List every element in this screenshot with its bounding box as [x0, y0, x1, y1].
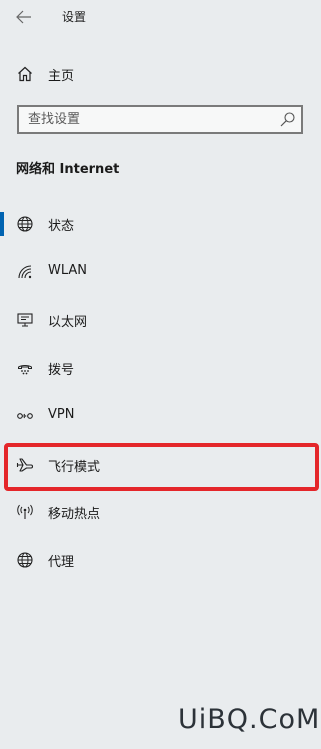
- search-box: [17, 105, 303, 134]
- nav-item-mobile-hotspot[interactable]: 移动热点: [0, 494, 321, 530]
- globe-icon: [16, 551, 34, 569]
- nav-item-vpn[interactable]: VPN: [0, 398, 321, 434]
- nav-item-label: 移动热点: [48, 507, 101, 522]
- wifi-icon: [16, 263, 34, 281]
- nav-item-label: 代理: [48, 555, 75, 570]
- back-arrow-icon: [16, 10, 31, 24]
- window-title: 设置: [62, 10, 87, 24]
- home-label: 主页: [48, 69, 75, 84]
- highlight-box: [4, 443, 319, 491]
- search-input[interactable]: [19, 107, 269, 132]
- nav-item-proxy[interactable]: 代理: [0, 542, 321, 578]
- vpn-icon: [16, 407, 34, 425]
- title-bar: 设置: [0, 0, 321, 34]
- nav-item-wlan[interactable]: WLAN: [0, 254, 321, 290]
- nav-item-label: 拨号: [48, 363, 75, 378]
- globe-icon: [16, 215, 34, 233]
- nav-item-ethernet[interactable]: 以太网: [0, 302, 321, 338]
- selected-indicator: [0, 212, 4, 236]
- nav-item-status[interactable]: 状态: [0, 206, 321, 242]
- nav-item-dialup[interactable]: 拨号: [0, 350, 321, 386]
- nav-item-label: WLAN: [48, 263, 88, 278]
- dialup-icon: [16, 359, 34, 377]
- section-title: 网络和 Internet: [16, 162, 120, 177]
- nav-item-label: 以太网: [48, 315, 88, 330]
- hotspot-icon: [16, 503, 34, 521]
- nav-item-label: 状态: [48, 219, 75, 234]
- back-button[interactable]: [12, 6, 36, 28]
- ethernet-icon: [16, 311, 34, 329]
- search-icon[interactable]: [279, 111, 296, 128]
- home-link[interactable]: 主页: [0, 58, 321, 88]
- nav-item-label: VPN: [48, 407, 75, 422]
- home-icon: [16, 65, 34, 83]
- watermark-text: UiBQ.CoM: [178, 704, 321, 735]
